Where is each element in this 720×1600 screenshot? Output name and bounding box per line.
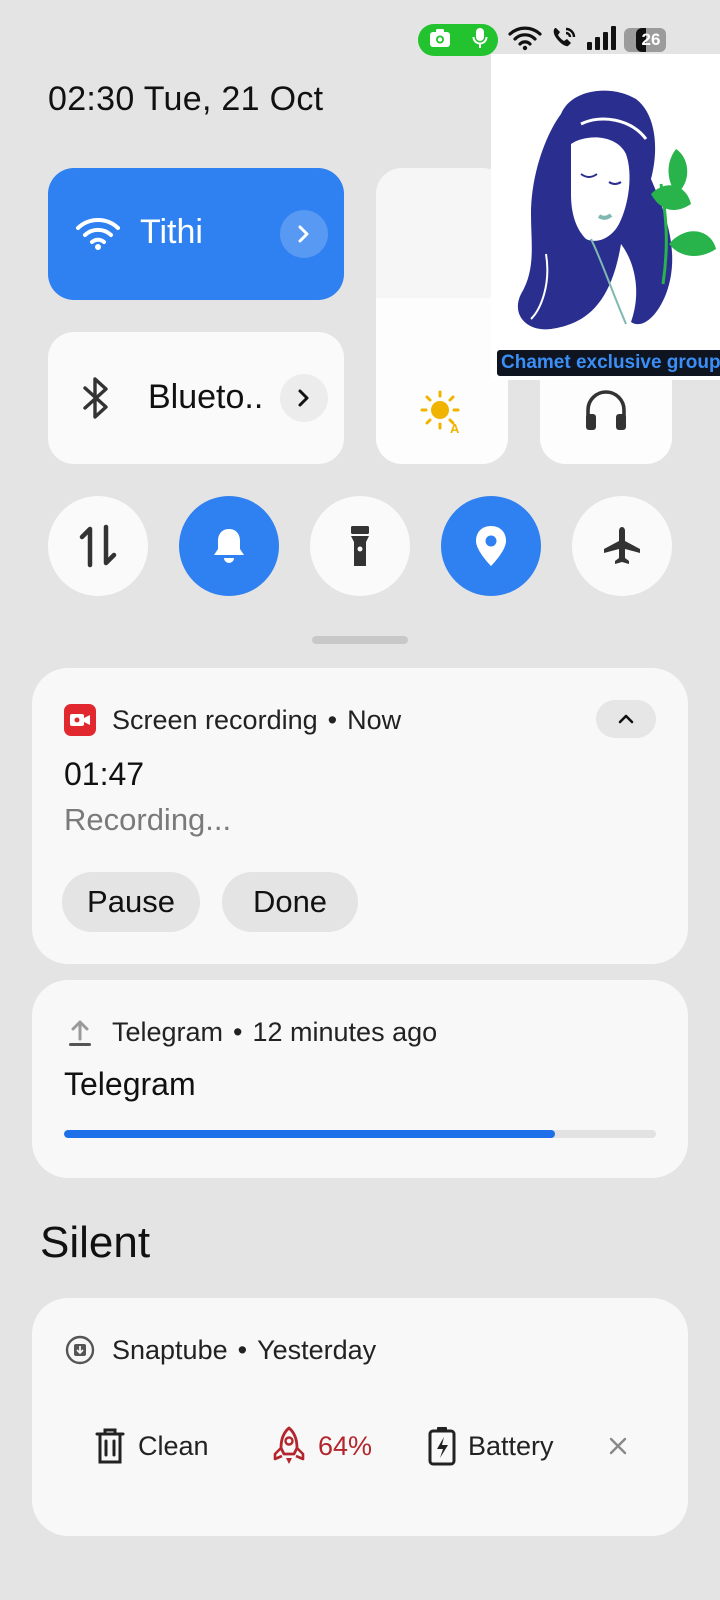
wifi-tile[interactable]: Tithi <box>48 168 344 300</box>
location-toggle[interactable] <box>441 496 541 596</box>
app-name: Snaptube <box>112 1334 228 1365</box>
bell-icon <box>214 529 244 563</box>
app-name: Screen recording <box>112 704 318 735</box>
done-button[interactable]: Done <box>222 872 358 932</box>
sound-toggle[interactable] <box>179 496 279 596</box>
pause-button[interactable]: Pause <box>62 872 200 932</box>
clean-label: Clean <box>138 1430 209 1461</box>
telegram-notification[interactable]: Telegram • 12 minutes ago Telegram <box>32 980 688 1178</box>
bluetooth-details-button[interactable] <box>280 374 328 422</box>
chevron-right-icon <box>298 389 309 407</box>
upload-progress-bar <box>64 1130 656 1138</box>
notification-title: Telegram <box>64 1066 196 1102</box>
wifi-icon <box>76 216 120 255</box>
headphones-icon <box>582 388 630 437</box>
app-name: Telegram <box>112 1016 224 1047</box>
notification-time: 12 minutes ago <box>252 1016 438 1047</box>
dismiss-button[interactable] <box>608 1436 628 1456</box>
privacy-indicator-pill[interactable] <box>418 24 498 56</box>
notification-time: Now <box>347 704 402 735</box>
location-pin-icon <box>476 526 506 566</box>
snaptube-notification[interactable]: Snaptube • Yesterday Clean 64% Battery <box>32 1298 688 1536</box>
silent-section-heading: Silent <box>40 1218 151 1267</box>
wifi-details-button[interactable] <box>280 210 328 258</box>
brightness-fill <box>376 298 508 464</box>
mobile-data-toggle[interactable] <box>48 496 148 596</box>
woman-face-logo <box>517 90 716 330</box>
date-time: 02:30 Tue, 21 Oct <box>48 80 324 118</box>
screen-record-icon <box>64 704 96 736</box>
recording-status: Recording... <box>64 802 232 837</box>
svg-text:A: A <box>450 421 460 434</box>
panel-drag-handle[interactable] <box>312 636 408 644</box>
signal-icon <box>586 25 616 55</box>
bluetooth-icon <box>82 376 110 425</box>
snaptube-actions: Clean 64% Battery <box>32 1416 688 1476</box>
brightness-slider[interactable]: A <box>376 168 508 464</box>
upload-icon <box>64 1016 96 1048</box>
boost-action[interactable]: 64% <box>272 1426 372 1466</box>
auto-brightness-icon: A <box>418 388 464 439</box>
trash-icon <box>94 1427 126 1465</box>
snaptube-icon <box>64 1334 96 1366</box>
screen-recording-notification[interactable]: Screen recording • Now 01:47 Recording..… <box>32 668 688 964</box>
floating-overlay-ad[interactable]: Chamet exclusive group <box>491 54 720 380</box>
wifi-icon <box>508 25 542 56</box>
boost-label: 64% <box>318 1430 373 1461</box>
notification-header: Snaptube • Yesterday <box>64 1334 376 1366</box>
wifi-network-name: Tithi <box>140 213 203 251</box>
battery-saver-icon <box>428 1426 456 1466</box>
battery-action[interactable]: Battery <box>428 1426 554 1466</box>
mic-icon <box>472 27 488 54</box>
rocket-icon <box>272 1426 306 1466</box>
chevron-right-icon <box>298 225 309 243</box>
flashlight-icon <box>351 526 369 566</box>
wifi-calling-icon <box>550 25 578 56</box>
flashlight-toggle[interactable] <box>310 496 410 596</box>
notification-header: Telegram • 12 minutes ago <box>64 1016 437 1048</box>
close-icon <box>609 1437 627 1455</box>
status-icons: 26 <box>508 24 666 56</box>
battery-icon: 26 <box>624 28 666 52</box>
recording-timer: 01:47 <box>64 756 145 792</box>
clean-action[interactable]: Clean <box>94 1427 209 1465</box>
camera-icon <box>429 28 451 53</box>
mobile-data-icon <box>79 524 117 568</box>
airplane-icon <box>604 527 640 564</box>
bluetooth-tile[interactable]: Blueto.. <box>48 332 344 464</box>
overlay-label: Chamet exclusive group <box>497 350 720 376</box>
notification-time: Yesterday <box>257 1334 377 1365</box>
collapse-button[interactable] <box>596 700 656 738</box>
battery-label: Battery <box>468 1430 554 1461</box>
chevron-up-icon <box>618 714 634 724</box>
bluetooth-label: Blueto.. <box>148 378 264 416</box>
battery-level: 26 <box>641 30 661 49</box>
airplane-mode-toggle[interactable] <box>572 496 672 596</box>
notification-header: Screen recording • Now <box>64 704 401 736</box>
upload-progress-fill <box>64 1130 556 1138</box>
